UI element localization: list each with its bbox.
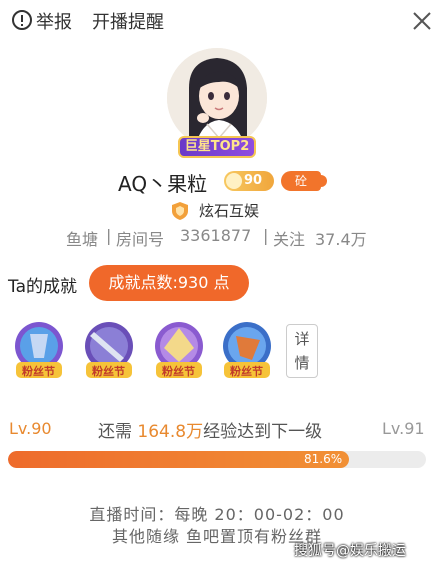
avatar[interactable] (167, 48, 267, 148)
details-line-2: 情 (294, 354, 310, 372)
fan-festival-medal[interactable]: 粉丝节 (76, 318, 142, 384)
platform-label: 鱼塘 (66, 230, 99, 249)
medal-label: 粉丝节 (162, 365, 195, 378)
organization-name: 炫石互娱 (199, 202, 260, 220)
guard-badge: 砼 (281, 171, 327, 191)
follow-count: 37.4万 (315, 230, 367, 249)
shield-icon (172, 202, 188, 220)
fan-festival-medal[interactable]: 粉丝节 (146, 318, 212, 384)
details-line-1: 详 (294, 330, 310, 348)
divider: | (106, 226, 112, 245)
room-number: 3361877 (180, 226, 252, 245)
level-requirement: 还需 164.8万经验达到下一级 (98, 417, 322, 442)
level-progress-bar: 81.6% (8, 451, 426, 468)
fan-festival-medal[interactable]: 粉丝节 (6, 318, 72, 384)
level-badge-number: 90 (244, 173, 263, 188)
experience-needed: 164.8万 (137, 422, 204, 442)
achievement-row: Ta的成就 成就点数:930 点 (0, 265, 434, 301)
top-bar: 举报 开播提醒 (0, 0, 434, 42)
current-level: Lv.90 (9, 419, 52, 438)
info-row: 鱼塘 | 房间号 3361877 | 关注 37.4万 (0, 226, 434, 249)
report-button[interactable]: 举报 (36, 8, 72, 34)
details-button[interactable]: 详 情 (286, 324, 318, 378)
name-row: AQ丶果粒 90 砼 (0, 168, 434, 196)
top-star-badge: 巨星TOP2 (178, 136, 256, 158)
live-schedule: 直播时间：每晚 20：00-02：00 (89, 505, 345, 524)
live-reminder-button[interactable]: 开播提醒 (92, 8, 164, 34)
achievement-points-button[interactable]: 成就点数:930 点 (89, 265, 249, 301)
divider: | (263, 226, 269, 245)
level-badge: 90 (224, 171, 274, 191)
level-progress-fill (8, 451, 350, 468)
medal-label: 粉丝节 (92, 365, 125, 378)
fan-festival-medal[interactable]: 粉丝节 (214, 318, 280, 384)
report-icon[interactable] (12, 10, 32, 30)
room-label: 房间号 (116, 230, 165, 249)
medal-list: 粉丝节 粉丝节 粉丝节 粉丝节 (0, 318, 434, 388)
user-name: AQ丶果粒 (118, 172, 208, 196)
coin-icon (226, 173, 242, 189)
next-level: Lv.91 (382, 419, 425, 438)
level-prefix: 还需 (98, 422, 132, 442)
achievement-label: Ta的成就 (8, 277, 77, 297)
close-icon[interactable] (412, 11, 432, 31)
organization-row: 炫石互娱 (0, 200, 434, 220)
medal-label: 粉丝节 (22, 365, 55, 378)
level-progress-text: 81.6% (304, 452, 343, 466)
avatar-illustration (167, 48, 267, 148)
level-row: Lv.90 还需 164.8万经验达到下一级 Lv.91 (0, 417, 434, 442)
follow-label: 关注 (273, 230, 306, 249)
watermark: 搜狐号@娱乐搬运 (294, 543, 406, 559)
medal-label: 粉丝节 (230, 365, 263, 378)
level-suffix: 经验达到下一级 (203, 422, 323, 442)
